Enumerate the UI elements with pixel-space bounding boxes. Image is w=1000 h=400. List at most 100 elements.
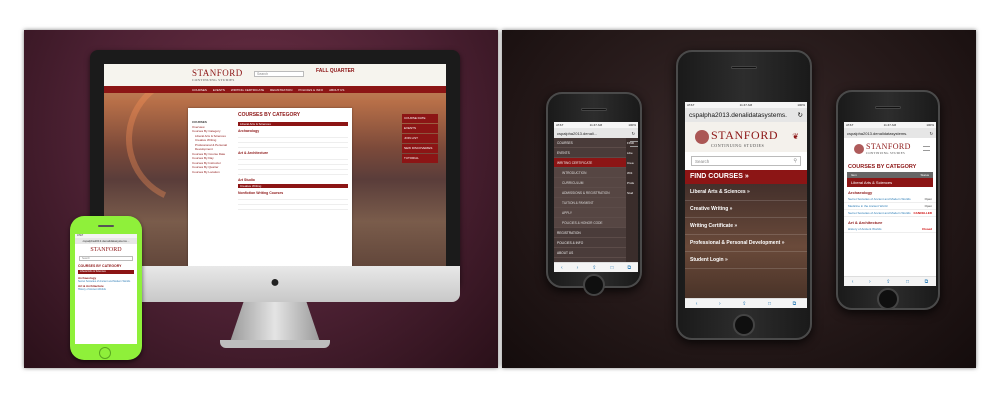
category-link-writing-certificate[interactable]: Writing Certificate » [685, 218, 807, 235]
bookmarks-icon[interactable]: □ [610, 265, 613, 271]
table-row[interactable]: Medicine in the Ancient World Open [844, 203, 936, 210]
menu-item[interactable]: EVENTS [554, 148, 626, 158]
sidebar-item[interactable]: Professional & Personal Development [192, 143, 234, 152]
menu-item[interactable]: WRITING CERTIFICATE [554, 158, 626, 168]
category-bar[interactable]: Creative Writing [238, 184, 348, 188]
forward-icon[interactable]: › [719, 301, 721, 307]
fall-quarter-badge[interactable]: FALL QUARTER [316, 68, 355, 74]
phone-screen: AT&T 11:47 AM 100% cspalpha2013.denalida… [844, 122, 936, 286]
speaker-icon [731, 66, 757, 69]
battery-label: 100% [628, 123, 636, 127]
menu-toggle-icon[interactable]: ❦ [792, 132, 799, 141]
reload-icon[interactable]: ↻ [930, 131, 933, 136]
peek-item: Profe [627, 181, 635, 185]
menu-item[interactable]: REGISTRATION [554, 228, 626, 238]
menu-item[interactable]: COURSES [554, 138, 626, 148]
url-bar[interactable]: cspalpha2013.denali... ↻ [554, 128, 638, 138]
nav-writing-certificate[interactable]: WRITING CERTIFICATE [231, 88, 264, 92]
course-link[interactable]: History of Ancient Worlds [848, 227, 881, 231]
course-link[interactable]: History of Ancient Worlds [75, 288, 137, 292]
nav-courses[interactable]: COURSES [192, 88, 207, 92]
nav-about[interactable]: ABOUT US [329, 88, 344, 92]
quick-link-button[interactable]: JOIN LIST [402, 134, 438, 143]
menu-item[interactable]: POLICIES & INFO [554, 238, 626, 248]
bookmarks-icon[interactable]: □ [768, 301, 771, 307]
bookmarks-icon[interactable]: □ [906, 279, 909, 285]
tabs-icon[interactable]: ⧉ [627, 265, 631, 271]
category-bar[interactable]: Liberal Arts & Sciences [78, 270, 134, 274]
hamburger-icon[interactable] [630, 141, 638, 147]
subcategory-heading: Art & Architecture [848, 220, 883, 225]
browser-toolbar: ‹ › ⇪ □ ⧉ [554, 262, 638, 272]
menu-item[interactable]: ADMISSIONS & REGISTRATION [554, 188, 626, 198]
category-bar[interactable]: Liberal Arts & Sciences [238, 122, 348, 126]
course-list: History of Ancient Worlds Closed [844, 226, 936, 233]
find-courses-panel: FIND COURSES » Liberal Arts & Sciences »… [685, 170, 807, 298]
back-icon[interactable]: ‹ [561, 265, 563, 271]
menu-item[interactable]: TUITION & PAYMENT [554, 198, 626, 208]
find-courses-heading[interactable]: FIND COURSES » [685, 170, 807, 184]
stanford-seal-icon [695, 130, 709, 144]
peek-item: Crea [627, 161, 634, 165]
home-button[interactable] [877, 288, 899, 310]
back-icon[interactable]: ‹ [852, 279, 854, 285]
category-bar[interactable]: Liberal Arts & Sciences [847, 178, 933, 187]
table-row[interactable] [238, 170, 348, 175]
carrier-label: AT&T [846, 123, 854, 127]
site-logo[interactable]: STANFORD CONTINUING STUDIES [192, 68, 243, 82]
home-button[interactable] [99, 347, 111, 359]
table-row[interactable]: Secret Societies of Ancient and Modern W… [844, 196, 936, 203]
site-search-input[interactable]: Search [254, 71, 304, 77]
back-icon[interactable]: ‹ [696, 301, 698, 307]
url-bar[interactable]: cspalpha2013.denalidatasystems... [75, 238, 137, 244]
search-icon[interactable]: ⚲ [793, 158, 797, 164]
category-link-creative-writing[interactable]: Creative Writing » [685, 201, 807, 218]
home-button[interactable] [733, 314, 755, 336]
menu-item[interactable]: INTRODUCTION [554, 168, 626, 178]
share-icon[interactable]: ⇪ [886, 279, 890, 285]
search-input[interactable]: Search ⚲ [691, 156, 801, 166]
share-icon[interactable]: ⇪ [742, 301, 746, 307]
peek-item: Stud [627, 191, 634, 195]
course-link[interactable]: Medicine in the Ancient World [848, 204, 887, 208]
share-icon[interactable]: ⇪ [592, 265, 596, 271]
forward-icon[interactable]: › [869, 279, 871, 285]
site-logo[interactable]: STANFORD CONTINUING STUDIES [711, 128, 778, 148]
menu-item[interactable]: POLICIES & HONOR CODE [554, 218, 626, 228]
quick-link-button[interactable]: TUTORIAL [402, 154, 438, 163]
table-row[interactable] [238, 205, 348, 210]
tabs-icon[interactable]: ⧉ [793, 301, 797, 307]
home-button[interactable] [583, 274, 605, 296]
tabs-icon[interactable]: ⧉ [925, 279, 929, 285]
table-row[interactable] [238, 143, 348, 148]
search-input[interactable]: Search [79, 256, 133, 261]
time-label: 11:47 AM [589, 123, 603, 127]
url-bar[interactable]: cspalpha2013.denalidatasystems. ↻ [685, 108, 807, 122]
menu-item[interactable]: ABOUT US [554, 248, 626, 258]
forward-icon[interactable]: › [577, 265, 579, 271]
nav-policies[interactable]: POLICIES & INFO [298, 88, 323, 92]
category-link-liberal-arts[interactable]: Liberal Arts & Sciences » [685, 184, 807, 201]
reload-icon[interactable]: ↻ [798, 111, 803, 119]
nav-registration[interactable]: REGISTRATION [270, 88, 292, 92]
nav-events[interactable]: EVENTS [213, 88, 225, 92]
url-bar[interactable]: cspalpha2013.denalidatasystems. ↻ [844, 128, 936, 138]
menu-item[interactable]: CURRICULUM [554, 178, 626, 188]
reload-icon[interactable]: ↻ [632, 131, 635, 136]
carrier-label: AT&T [556, 123, 564, 127]
student-login-link[interactable]: Student Login » [685, 252, 807, 269]
course-link[interactable]: Secret Societies of Ancient and Modern W… [848, 197, 911, 201]
course-link[interactable]: Secret Societies of Ancient and Modern W… [848, 211, 911, 215]
quick-link-button[interactable]: NEW DISCOVERIES [402, 144, 438, 153]
site-logo[interactable]: STANFORD [75, 247, 137, 253]
table-row[interactable]: History of Ancient Worlds Closed [844, 226, 936, 233]
menu-item[interactable]: APPLY [554, 208, 626, 218]
sidebar-item[interactable]: Courses By Location [192, 170, 234, 175]
category-link-professional[interactable]: Professional & Personal Development » [685, 235, 807, 252]
hamburger-icon[interactable] [923, 146, 930, 151]
site-logo[interactable]: STANFORD CONTINUING STUDIES [866, 142, 911, 155]
url-text: cspalpha2013.denali... [557, 131, 598, 136]
quick-link-button[interactable]: EVENTS [402, 124, 438, 133]
quick-link-button[interactable]: COURSE DATE [402, 114, 438, 123]
table-row[interactable]: Secret Societies of Ancient and Modern W… [844, 210, 936, 217]
